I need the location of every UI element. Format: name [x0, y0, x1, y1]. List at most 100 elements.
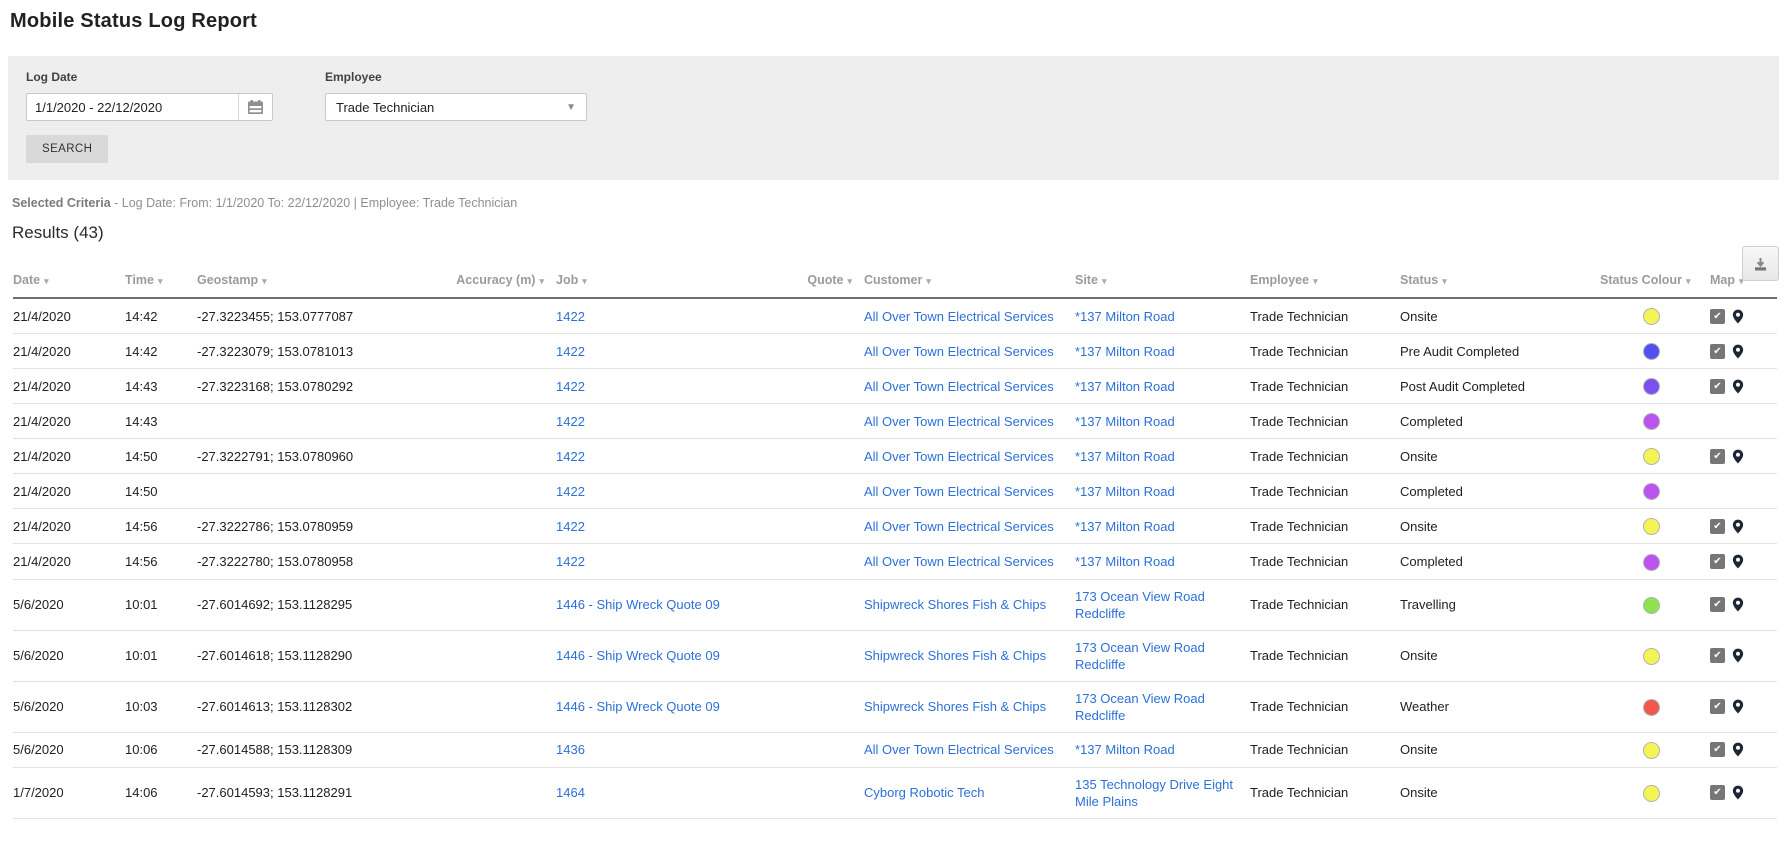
site-link[interactable]: 173 Ocean View Road Redcliffe: [1075, 589, 1205, 621]
customer-link[interactable]: Shipwreck Shores Fish & Chips: [864, 699, 1046, 714]
map-pin-icon[interactable]: [1732, 554, 1744, 569]
map-checkbox[interactable]: ✔: [1710, 343, 1725, 359]
column-header-employee[interactable]: Employee ▾: [1250, 263, 1400, 299]
customer-cell: All Over Town Electrical Services: [864, 333, 1075, 370]
map-pin-icon[interactable]: [1732, 309, 1744, 324]
column-header-status_colour[interactable]: Status Colour ▾: [1600, 263, 1710, 299]
status_colour-cell: [1600, 579, 1710, 631]
map-pin-icon[interactable]: [1732, 519, 1744, 534]
map-checkbox[interactable]: ✔: [1710, 448, 1725, 464]
map-pin-icon[interactable]: [1732, 648, 1744, 663]
map-checkbox[interactable]: ✔: [1710, 648, 1725, 663]
job-link[interactable]: 1422: [556, 344, 585, 359]
map-pin-icon[interactable]: [1732, 785, 1744, 800]
customer-link[interactable]: All Over Town Electrical Services: [864, 309, 1054, 324]
site-link[interactable]: *137 Milton Road: [1075, 379, 1175, 394]
column-header-accuracy[interactable]: Accuracy (m) ▾: [456, 263, 556, 299]
job-link[interactable]: 1422: [556, 414, 585, 429]
job-link[interactable]: 1422: [556, 519, 585, 534]
time-cell: 14:43: [125, 403, 197, 440]
site-link[interactable]: *137 Milton Road: [1075, 519, 1175, 534]
map-pin-icon[interactable]: [1732, 597, 1744, 612]
column-header-geostamp[interactable]: Geostamp ▾: [197, 263, 456, 299]
site-link[interactable]: 173 Ocean View Road Redcliffe: [1075, 691, 1205, 723]
job-link[interactable]: 1422: [556, 379, 585, 394]
employee-select[interactable]: Trade Technician ▼: [325, 93, 587, 121]
customer-link[interactable]: Shipwreck Shores Fish & Chips: [864, 597, 1046, 612]
customer-link[interactable]: Cyborg Robotic Tech: [864, 785, 984, 800]
selected-criteria: Selected Criteria - Log Date: From: 1/1/…: [12, 196, 1787, 210]
job-link[interactable]: 1422: [556, 554, 585, 569]
site-link[interactable]: *137 Milton Road: [1075, 554, 1175, 569]
column-header-site[interactable]: Site ▾: [1075, 263, 1250, 299]
customer-link[interactable]: All Over Town Electrical Services: [864, 379, 1054, 394]
map-checkbox[interactable]: ✔: [1710, 553, 1725, 569]
column-header-status[interactable]: Status ▾: [1400, 263, 1600, 299]
site-link[interactable]: 135 Technology Drive Eight Mile Plains: [1075, 777, 1233, 809]
map-pin-icon[interactable]: [1732, 699, 1744, 714]
status_colour-cell: [1600, 298, 1710, 335]
employee-cell: Trade Technician: [1250, 368, 1400, 405]
customer-link[interactable]: All Over Town Electrical Services: [864, 449, 1054, 464]
selected-criteria-text: - Log Date: From: 1/1/2020 To: 22/12/202…: [110, 196, 518, 210]
site-link[interactable]: *137 Milton Road: [1075, 344, 1175, 359]
job-link[interactable]: 1446 - Ship Wreck Quote 09: [556, 597, 720, 612]
column-header-job[interactable]: Job ▾: [556, 263, 790, 299]
map-pin-icon[interactable]: [1732, 379, 1744, 394]
job-cell: 1446 - Ship Wreck Quote 09: [556, 681, 790, 733]
column-header-customer[interactable]: Customer ▾: [864, 263, 1075, 299]
site-cell: *137 Milton Road: [1075, 732, 1250, 768]
job-link[interactable]: 1422: [556, 484, 585, 499]
site-cell: *137 Milton Road: [1075, 368, 1250, 405]
map-checkbox[interactable]: ✔: [1710, 378, 1725, 394]
column-header-date[interactable]: Date ▾: [13, 263, 125, 299]
site-link[interactable]: *137 Milton Road: [1075, 309, 1175, 324]
map-checkbox[interactable]: ✔: [1710, 742, 1725, 758]
map-checkbox[interactable]: ✔: [1710, 518, 1725, 534]
site-cell: *137 Milton Road: [1075, 438, 1250, 475]
customer-link[interactable]: All Over Town Electrical Services: [864, 554, 1054, 569]
time-cell: 14:50: [125, 473, 197, 510]
map-checkbox[interactable]: ✔: [1710, 785, 1725, 801]
site-link[interactable]: *137 Milton Road: [1075, 414, 1175, 429]
map-pin-icon[interactable]: [1732, 344, 1744, 359]
map-pin-icon[interactable]: [1732, 742, 1744, 757]
site-link[interactable]: 173 Ocean View Road Redcliffe: [1075, 640, 1205, 672]
job-cell: 1422: [556, 473, 790, 510]
site-cell: *137 Milton Road: [1075, 473, 1250, 510]
column-label: Status: [1400, 273, 1439, 287]
column-header-quote[interactable]: Quote ▾: [790, 263, 864, 299]
map-checkbox[interactable]: ✔: [1710, 597, 1725, 612]
column-header-time[interactable]: Time ▾: [125, 263, 197, 299]
site-link[interactable]: *137 Milton Road: [1075, 484, 1175, 499]
calendar-button[interactable]: [238, 94, 272, 120]
log-date-input[interactable]: [27, 94, 238, 120]
employee-cell: Trade Technician: [1250, 681, 1400, 733]
status-cell: Completed: [1400, 473, 1600, 510]
job-link[interactable]: 1436: [556, 742, 585, 757]
customer-link[interactable]: All Over Town Electrical Services: [864, 344, 1054, 359]
status-colour-dot: [1642, 483, 1660, 501]
site-link[interactable]: *137 Milton Road: [1075, 449, 1175, 464]
site-link[interactable]: *137 Milton Road: [1075, 742, 1175, 757]
customer-link[interactable]: All Over Town Electrical Services: [864, 414, 1054, 429]
map-checkbox[interactable]: ✔: [1710, 699, 1725, 714]
job-link[interactable]: 1446 - Ship Wreck Quote 09: [556, 648, 720, 663]
job-link[interactable]: 1446 - Ship Wreck Quote 09: [556, 699, 720, 714]
customer-link[interactable]: Shipwreck Shores Fish & Chips: [864, 648, 1046, 663]
customer-link[interactable]: All Over Town Electrical Services: [864, 519, 1054, 534]
job-link[interactable]: 1464: [556, 785, 585, 800]
map-checkbox[interactable]: ✔: [1710, 308, 1725, 324]
site-cell: 173 Ocean View Road Redcliffe: [1075, 681, 1250, 733]
status_colour-cell: [1600, 333, 1710, 370]
map-pin-icon[interactable]: [1732, 449, 1744, 464]
export-download-button[interactable]: [1742, 246, 1779, 281]
job-link[interactable]: 1422: [556, 309, 585, 324]
customer-link[interactable]: All Over Town Electrical Services: [864, 484, 1054, 499]
search-button[interactable]: SEARCH: [26, 135, 109, 163]
map-cell: ✔: [1710, 630, 1777, 682]
map-cell: ✔: [1710, 298, 1777, 335]
customer-link[interactable]: All Over Town Electrical Services: [864, 742, 1054, 757]
job-link[interactable]: 1422: [556, 449, 585, 464]
column-label: Status Colour: [1600, 273, 1682, 287]
